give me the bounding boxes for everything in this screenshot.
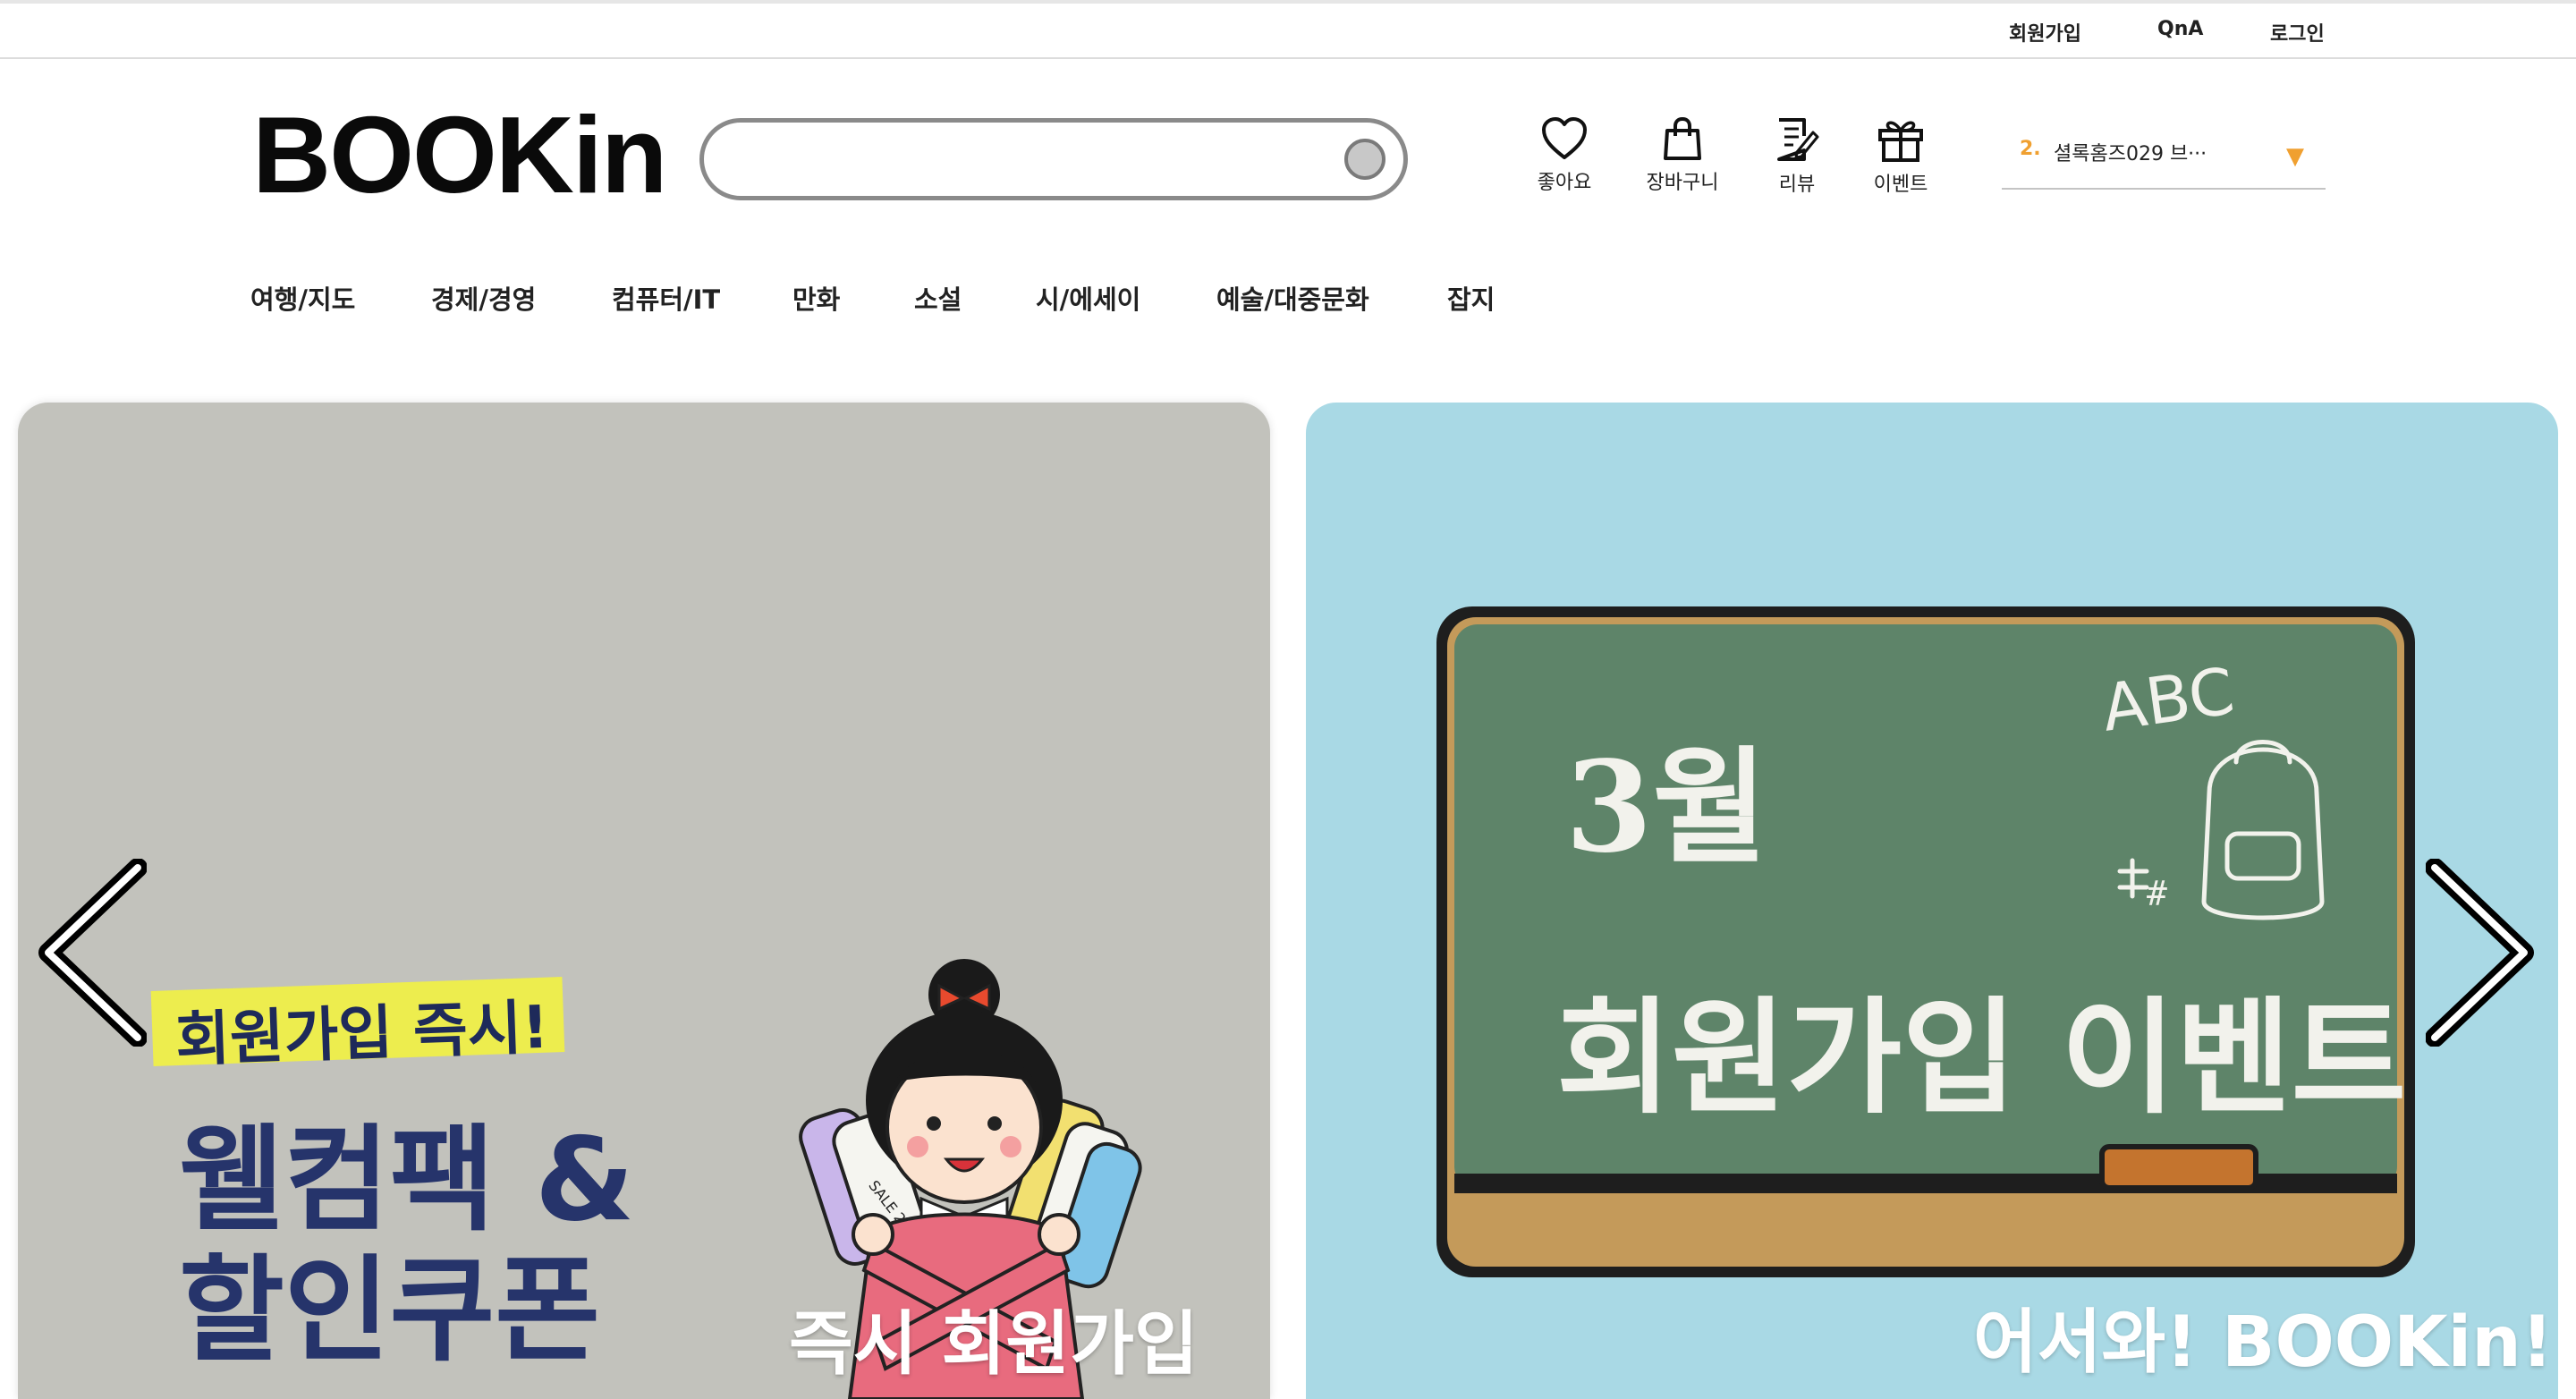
rank-title: 셜록홈즈029 브···	[2054, 143, 2207, 165]
signup-now-caption[interactable]: 즉시 회원가입	[789, 1288, 1199, 1388]
svg-text:#: #	[2147, 874, 2167, 913]
signup-link[interactable]: 회원가입	[2009, 18, 2081, 47]
review-button[interactable]: 리뷰	[1748, 116, 1846, 197]
site-logo[interactable]: BOOKin	[252, 97, 667, 213]
cart-label: 장바구니	[1646, 172, 1719, 194]
nav-economy-business[interactable]: 경제/경영	[431, 279, 536, 317]
nav-novel[interactable]: 소설	[914, 279, 962, 317]
event-button[interactable]: 이벤트	[1852, 116, 1950, 197]
heart-icon	[1542, 117, 1587, 159]
nav-computer-it[interactable]: 컴퓨터/IT	[612, 279, 720, 317]
review-label: 리뷰	[1778, 174, 1816, 196]
bestseller-ranking-dropdown[interactable]: 2. 셜록홈즈029 브··· ▼	[2002, 134, 2326, 190]
search-box	[699, 118, 1408, 200]
rank-number: 2.	[2020, 138, 2041, 160]
nav-poetry-essay[interactable]: 시/에세이	[1036, 279, 1140, 317]
banner-headline-2: 할인쿠폰	[179, 1244, 601, 1378]
like-label: 좋아요	[1537, 172, 1592, 194]
welcome-caption[interactable]: 어서와! BOOKin!	[1973, 1286, 2553, 1386]
banner-headline-1: 웰컴팩 &	[179, 1114, 635, 1247]
nav-comics[interactable]: 만화	[792, 279, 840, 317]
search-button-icon[interactable]	[1344, 139, 1385, 180]
review-note-icon	[1777, 118, 1819, 161]
chevron-down-icon[interactable]: ▼	[2286, 143, 2304, 170]
carousel-prev-arrow-icon[interactable]	[30, 859, 147, 1047]
march-event-banner[interactable]: # ABC 3월 회원가입 이벤트 어서와! BOOKin!	[1306, 403, 2558, 1399]
carousel-next-arrow-icon[interactable]	[2426, 859, 2542, 1047]
gift-icon	[1878, 121, 1923, 162]
signup-welcome-banner[interactable]: 회원가입 즉시! 웰컴팩 & 할인쿠폰 SALE 20% 쿠폰	[18, 403, 1270, 1399]
chalk-month-text: 3월	[1565, 734, 1768, 881]
top-utility-bar: 회원가입 QnA 로그인	[0, 0, 2576, 59]
nav-magazine[interactable]: 잡지	[1447, 279, 1495, 317]
qna-link[interactable]: QnA	[2157, 18, 2203, 40]
cart-button[interactable]: 장바구니	[1633, 116, 1732, 195]
like-button[interactable]: 좋아요	[1515, 116, 1614, 195]
banner-highlight-text: 회원가입 즉시!	[174, 992, 550, 1075]
chalk-event-text: 회원가입 이벤트	[1556, 985, 2407, 1132]
event-label: 이벤트	[1873, 174, 1928, 196]
nav-travel-map[interactable]: 여행/지도	[250, 279, 355, 317]
nav-art-culture[interactable]: 예술/대중문화	[1216, 279, 1369, 317]
login-link[interactable]: 로그인	[2270, 18, 2325, 47]
chalkboard-illustration: #	[1436, 606, 2415, 1277]
shopping-bag-icon	[1664, 116, 1701, 160]
search-input[interactable]	[734, 135, 1310, 185]
